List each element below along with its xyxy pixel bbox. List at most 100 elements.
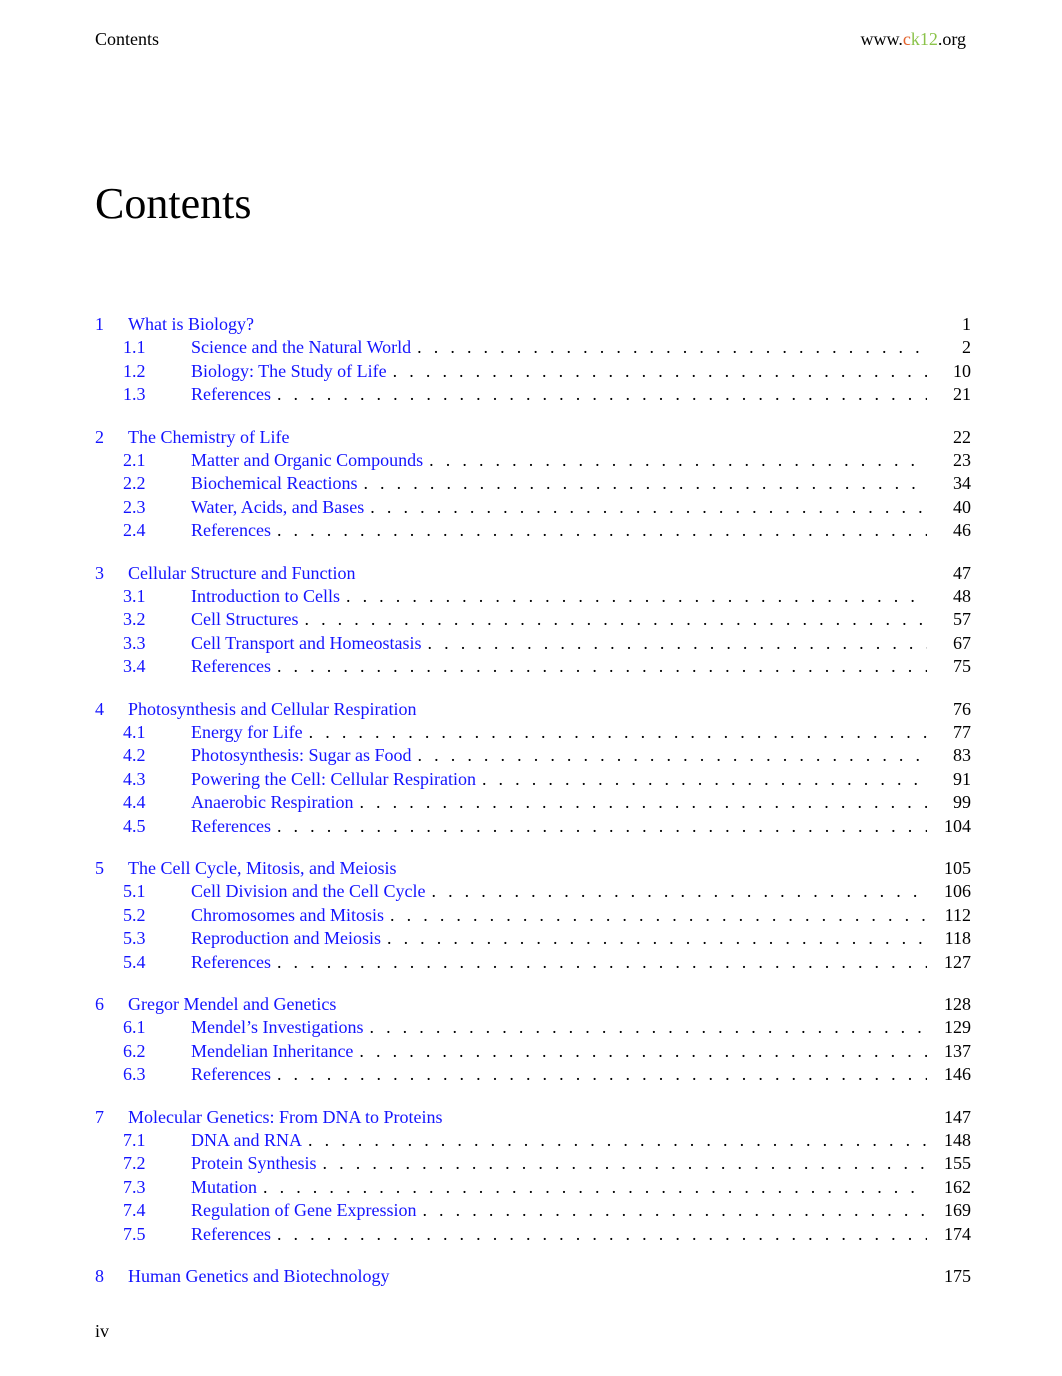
toc-chapter-entry[interactable]: 4 Photosynthesis and Cellular Respiration… [95,698,971,721]
toc-section-entry[interactable]: 5.3Reproduction and Meiosis 118 [95,927,971,951]
section-title-link[interactable]: Powering the Cell: Cellular Respiration [191,768,482,792]
section-number[interactable]: 7.2 [123,1152,191,1176]
toc-section-entry[interactable]: 5.1Cell Division and the Cell Cycle 106 [95,880,971,904]
toc-section-entry[interactable]: 4.4Anaerobic Respiration 99 [95,791,971,815]
toc-section-entry[interactable]: 6.1Mendel’s Investigations 129 [95,1016,971,1040]
section-number[interactable]: 3.2 [123,608,191,632]
toc-chapter-entry[interactable]: 2 The Chemistry of Life 22 [95,426,971,449]
toc-chapter-entry[interactable]: 7 Molecular Genetics: From DNA to Protein… [95,1106,971,1129]
toc-chapter-entry[interactable]: 8 Human Genetics and Biotechnology 175 [95,1265,971,1288]
section-title-link[interactable]: Biology: The Study of Life [191,360,393,384]
toc-section-entry[interactable]: 1.1Science and the Natural World 2 [95,336,971,360]
section-title-link[interactable]: Chromosomes and Mitosis [191,904,390,928]
section-title-link[interactable]: Water, Acids, and Bases [191,496,370,520]
section-title-link[interactable]: Anaerobic Respiration [191,791,359,815]
section-title-link[interactable]: Science and the Natural World [191,336,417,360]
toc-section-entry[interactable]: 1.3References 21 [95,383,971,407]
section-title-link[interactable]: Photosynthesis: Sugar as Food [191,744,418,768]
section-number[interactable]: 1.1 [123,336,191,360]
toc-section-entry[interactable]: 1.2Biology: The Study of Life 10 [95,360,971,384]
section-number[interactable]: 6.1 [123,1016,191,1040]
section-number[interactable]: 3.4 [123,655,191,679]
toc-section-entry[interactable]: 5.2Chromosomes and Mitosis 112 [95,904,971,928]
toc-section-entry[interactable]: 7.1DNA and RNA 148 [95,1129,971,1153]
section-number[interactable]: 4.2 [123,744,191,768]
chapter-number[interactable]: 2 [95,426,128,450]
section-number[interactable]: 7.3 [123,1176,191,1200]
section-number[interactable]: 2.1 [123,449,191,473]
site-url[interactable]: www.ck12.org [861,29,967,53]
chapter-title-link[interactable]: Human Genetics and Biotechnology [128,1265,927,1289]
section-title-link[interactable]: References [191,519,277,543]
chapter-title-link[interactable]: The Chemistry of Life [128,426,927,450]
chapter-number[interactable]: 1 [95,313,128,337]
toc-section-entry[interactable]: 7.2Protein Synthesis 155 [95,1152,971,1176]
section-title-link[interactable]: Matter and Organic Compounds [191,449,429,473]
toc-section-entry[interactable]: 7.5References 174 [95,1223,971,1247]
chapter-number[interactable]: 3 [95,562,128,586]
chapter-title-link[interactable]: The Cell Cycle, Mitosis, and Meiosis [128,857,927,881]
chapter-number[interactable]: 5 [95,857,128,881]
section-title-link[interactable]: Mutation [191,1176,263,1200]
chapter-number[interactable]: 8 [95,1265,128,1289]
section-number[interactable]: 7.1 [123,1129,191,1153]
toc-section-entry[interactable]: 6.2Mendelian Inheritance 137 [95,1040,971,1064]
section-title-link[interactable]: Mendelian Inheritance [191,1040,359,1064]
section-number[interactable]: 5.4 [123,951,191,975]
section-title-link[interactable]: Protein Synthesis [191,1152,323,1176]
section-title-link[interactable]: References [191,1063,277,1087]
section-number[interactable]: 1.3 [123,383,191,407]
section-title-link[interactable]: Regulation of Gene Expression [191,1199,422,1223]
section-number[interactable]: 6.3 [123,1063,191,1087]
section-title-link[interactable]: References [191,815,277,839]
chapter-title-link[interactable]: Cellular Structure and Function [128,562,927,586]
toc-section-entry[interactable]: 3.4References 75 [95,655,971,679]
toc-section-entry[interactable]: 4.3 Powering the Cell: Cellular Respirati… [95,768,971,792]
toc-section-entry[interactable]: 3.2Cell Structures 57 [95,608,971,632]
toc-section-entry[interactable]: 7.3Mutation 162 [95,1176,971,1200]
section-number[interactable]: 1.2 [123,360,191,384]
toc-section-entry[interactable]: 5.4References 127 [95,951,971,975]
chapter-title-link[interactable]: Molecular Genetics: From DNA to Proteins [128,1106,927,1130]
chapter-number[interactable]: 7 [95,1106,128,1130]
section-number[interactable]: 4.4 [123,791,191,815]
toc-section-entry[interactable]: 3.1Introduction to Cells 48 [95,585,971,609]
section-title-link[interactable]: Cell Transport and Homeostasis [191,632,428,656]
section-title-link[interactable]: DNA and RNA [191,1129,308,1153]
section-number[interactable]: 5.1 [123,880,191,904]
section-number[interactable]: 2.2 [123,472,191,496]
section-number[interactable]: 2.3 [123,496,191,520]
section-number[interactable]: 7.4 [123,1199,191,1223]
section-title-link[interactable]: Cell Division and the Cell Cycle [191,880,431,904]
toc-section-entry[interactable]: 2.2Biochemical Reactions 34 [95,472,971,496]
section-number[interactable]: 6.2 [123,1040,191,1064]
section-number[interactable]: 5.3 [123,927,191,951]
toc-chapter-entry[interactable]: 3 Cellular Structure and Function 47 [95,562,971,585]
section-number[interactable]: 2.4 [123,519,191,543]
chapter-title-link[interactable]: Gregor Mendel and Genetics [128,993,927,1017]
section-number[interactable]: 4.5 [123,815,191,839]
section-number[interactable]: 5.2 [123,904,191,928]
section-title-link[interactable]: Mendel’s Investigations [191,1016,369,1040]
chapter-title-link[interactable]: What is Biology? [128,313,927,337]
toc-chapter-entry[interactable]: 1 What is Biology? 1 [95,313,971,336]
section-number[interactable]: 4.3 [123,768,191,792]
section-title-link[interactable]: Biochemical Reactions [191,472,363,496]
toc-section-entry[interactable]: 2.4References 46 [95,519,971,543]
section-title-link[interactable]: Energy for Life [191,721,309,745]
toc-section-entry[interactable]: 3.3Cell Transport and Homeostasis 67 [95,632,971,656]
section-title-link[interactable]: Introduction to Cells [191,585,346,609]
toc-section-entry[interactable]: 6.3References 146 [95,1063,971,1087]
toc-chapter-entry[interactable]: 6 Gregor Mendel and Genetics 128 [95,993,971,1016]
toc-section-entry[interactable]: 2.1Matter and Organic Compounds 23 [95,449,971,473]
section-title-link[interactable]: References [191,951,277,975]
toc-chapter-entry[interactable]: 5 The Cell Cycle, Mitosis, and Meiosis 105 [95,857,971,880]
toc-section-entry[interactable]: 7.4Regulation of Gene Expression 169 [95,1199,971,1223]
toc-section-entry[interactable]: 2.3Water, Acids, and Bases 40 [95,496,971,520]
section-title-link[interactable]: References [191,383,277,407]
section-title-link[interactable]: Reproduction and Meiosis [191,927,387,951]
section-number[interactable]: 7.5 [123,1223,191,1247]
toc-section-entry[interactable]: 4.1Energy for Life 77 [95,721,971,745]
section-title-link[interactable]: Cell Structures [191,608,304,632]
section-title-link[interactable]: References [191,1223,277,1247]
